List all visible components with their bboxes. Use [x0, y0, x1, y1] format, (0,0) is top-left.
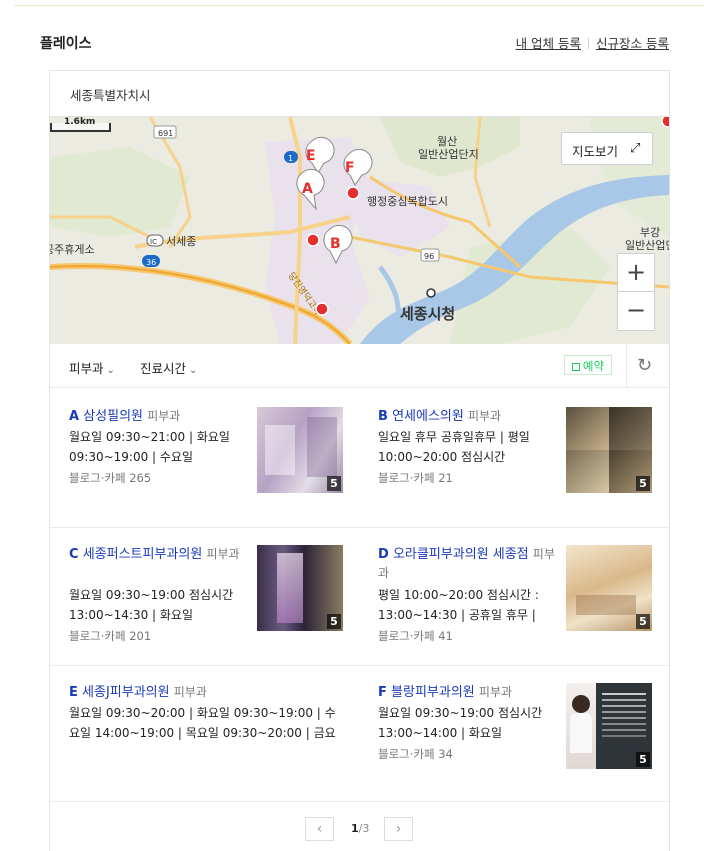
road-96: 96: [424, 252, 434, 261]
place-item-a[interactable]: A 삼성필의원 피부과 월요일 09:30~21:00 | 화요일 09:30~…: [69, 407, 359, 527]
map-scale-label: 1.6km: [64, 117, 96, 127]
map-label-rest-area: 공주휴게소: [50, 243, 95, 256]
place-hours: 월요일 09:30~19:00 점심시간 13:00~14:00 | 화요일: [378, 706, 543, 740]
pagination: ‹ 1/3 ›: [305, 817, 415, 841]
place-box: 세종특별자치시 691 36 1 96 IC 월산 일반산업단지 행정중심복합도…: [49, 70, 670, 851]
photo-count-badge: 5: [327, 614, 341, 629]
place-item-b[interactable]: B 연세에스의원 피부과 일요일 휴무 공휴일휴무 | 평일 10:00~20:…: [378, 407, 668, 527]
place-hours: 월요일 09:30~20:00 | 화요일 09:30~19:00 | 수요일 …: [69, 706, 336, 740]
place-thumbnail[interactable]: 5: [257, 545, 343, 631]
map-view-button[interactable]: 지도보기 ⤢: [561, 132, 653, 165]
map-dot[interactable]: [661, 117, 669, 128]
zoom-out-button[interactable]: −: [618, 292, 654, 329]
row-divider: [50, 665, 669, 666]
road-36: 36: [146, 258, 156, 267]
pin-letter-f: F: [345, 160, 355, 176]
reserve-button[interactable]: 예약: [564, 355, 612, 375]
place-thumbnail[interactable]: 5: [566, 545, 652, 631]
place-blog-count[interactable]: 블로그·카페 21: [378, 470, 453, 486]
register-new-place-link[interactable]: 신규장소 등록: [596, 36, 669, 51]
map-dot[interactable]: [346, 186, 360, 200]
expand-icon: ⤢: [630, 141, 641, 156]
section-header: 플레이스 내 업체 등록 신규장소 등록: [40, 32, 669, 54]
place-hours: 평일 10:00~20:00 점심시간 : 13:00~14:30 | 공휴일 …: [378, 588, 539, 622]
place-name[interactable]: E 세종J피부과의원 피부과: [69, 683, 339, 702]
pin-letter-e: E: [306, 148, 316, 164]
place-thumbnail[interactable]: 5: [566, 683, 652, 769]
map[interactable]: 691 36 1 96 IC 월산 일반산업단지 행정중심복합도시 서세종 공주…: [50, 116, 669, 344]
map-label-wolsan: 월산: [437, 135, 457, 148]
map-dot[interactable]: [306, 233, 320, 247]
calendar-icon: [571, 363, 580, 371]
category-filter[interactable]: 피부과 ⌄: [69, 358, 115, 377]
link-separator: [588, 38, 590, 49]
place-thumbnail[interactable]: 5: [257, 407, 343, 493]
chevron-down-icon: ⌄: [189, 365, 198, 376]
row-divider: [50, 527, 669, 528]
photo-count-badge: 5: [636, 752, 650, 767]
zoom-in-button[interactable]: +: [618, 254, 654, 292]
place-name[interactable]: C 세종퍼스트피부과의원 피부과: [69, 545, 251, 564]
region-label: 세종특별자치시: [70, 88, 151, 103]
register-business-link[interactable]: 내 업체 등록: [516, 36, 581, 51]
top-divider: [14, 5, 704, 6]
map-label-city-hall: 세종시청: [400, 305, 455, 323]
category-filter-label: 피부과: [69, 361, 104, 376]
map-label-bugang: 부강: [640, 226, 660, 239]
place-name[interactable]: F 블랑피부과의원 피부과: [378, 683, 560, 702]
zoom-control: + −: [617, 253, 655, 331]
map-label-seojong: 서세종: [166, 235, 196, 248]
photo-count-badge: 5: [636, 614, 650, 629]
place-item-e[interactable]: E 세종J피부과의원 피부과 월요일 09:30~20:00 | 화요일 09:…: [69, 683, 359, 803]
header-links: 내 업체 등록 신규장소 등록: [516, 33, 669, 52]
place-item-c[interactable]: C 세종퍼스트피부과의원 피부과 월요일 09:30~19:00 점심시간 13…: [69, 545, 359, 665]
pin-letter-b: B: [330, 236, 341, 252]
place-name[interactable]: B 연세에스의원 피부과: [378, 407, 560, 426]
hours-filter[interactable]: 진료시간 ⌄: [140, 358, 197, 377]
place-thumbnail[interactable]: 5: [566, 407, 652, 493]
photo-count-badge: 5: [327, 476, 341, 491]
place-blog-count[interactable]: 블로그·카페 34: [378, 746, 453, 762]
filter-separator: [626, 344, 627, 387]
reserve-label: 예약: [582, 359, 605, 373]
pin-letter-a: A: [302, 181, 313, 197]
place-name[interactable]: A 삼성필의원 피부과: [69, 407, 251, 426]
map-label-wolsan-industrial: 일반산업단지: [418, 147, 479, 161]
row-divider: [50, 801, 669, 802]
refresh-icon[interactable]: ↻: [637, 355, 652, 376]
place-item-d[interactable]: D 오라클피부과의원 세종점 피부과 평일 10:00~20:00 점심시간 :…: [378, 545, 668, 665]
page-indicator: 1/3: [351, 822, 370, 835]
place-hours: 일요일 휴무 공휴일휴무 | 평일 10:00~20:00 점심시간: [378, 430, 530, 464]
hours-filter-label: 진료시간: [140, 361, 187, 376]
ic-badge: IC: [150, 238, 157, 246]
place-blog-count[interactable]: 블로그·카페 265: [69, 470, 151, 486]
place-hours: 월요일 09:30~21:00 | 화요일 09:30~19:00 | 수요일: [69, 430, 230, 464]
photo-count-badge: 5: [636, 476, 650, 491]
road-691: 691: [158, 129, 173, 138]
map-view-label: 지도보기: [572, 144, 619, 159]
place-hours: 월요일 09:30~19:00 점심시간 13:00~14:30 | 화요일: [69, 588, 234, 622]
map-label-admin-city: 행정중심복합도시: [367, 195, 448, 208]
filter-bar: 피부과 ⌄ 진료시간 ⌄ 예약 ↻: [50, 344, 669, 388]
map-dot[interactable]: [315, 302, 329, 316]
place-name[interactable]: D 오라클피부과의원 세종점 피부과: [378, 545, 560, 583]
next-page-button[interactable]: ›: [384, 817, 413, 841]
road-1: 1: [288, 154, 293, 163]
chevron-down-icon: ⌄: [106, 365, 115, 376]
section-title: 플레이스: [40, 36, 92, 52]
prev-page-button[interactable]: ‹: [305, 817, 334, 841]
place-blog-count[interactable]: 블로그·카페 41: [378, 628, 453, 644]
place-item-f[interactable]: F 블랑피부과의원 피부과 월요일 09:30~19:00 점심시간 13:00…: [378, 683, 668, 803]
map-label-bugang-industrial: 일반산업단: [625, 238, 669, 252]
place-blog-count[interactable]: 블로그·카페 201: [69, 628, 151, 644]
